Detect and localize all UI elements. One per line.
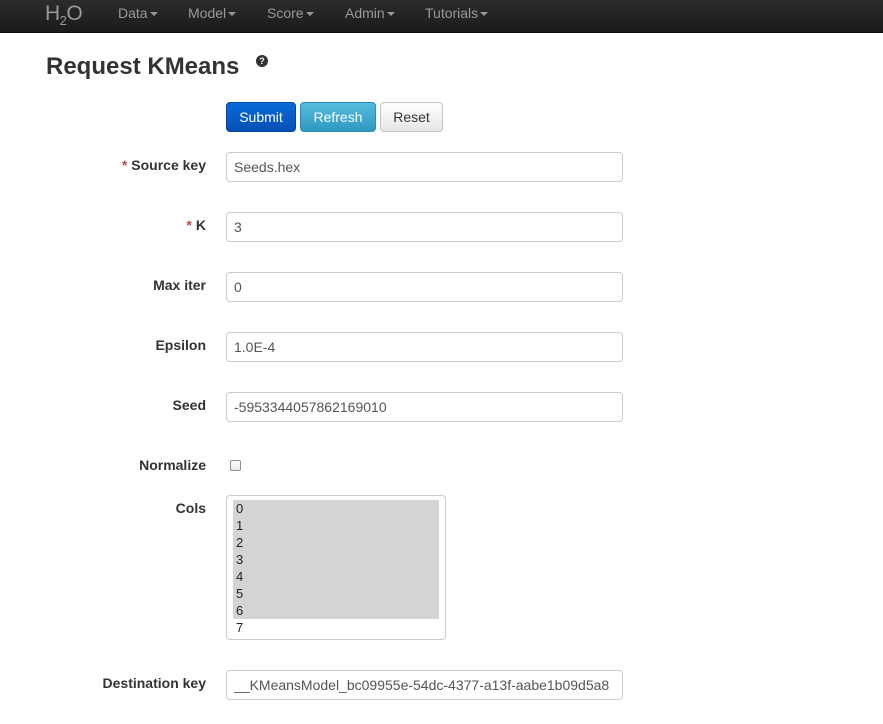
k-label-text: K (195, 217, 206, 233)
cols-option-5[interactable]: 5 (233, 585, 439, 602)
caret-down-icon (305, 12, 314, 17)
source-key-label-text: Source key (131, 157, 206, 173)
nav-score-menu[interactable]: Score (267, 5, 314, 21)
nav-tutorials-label: Tutorials (425, 5, 479, 21)
submit-button[interactable]: Submit (226, 102, 296, 132)
logo-h: H (45, 2, 60, 25)
epsilon-label: Epsilon (155, 337, 206, 353)
nav-admin-menu[interactable]: Admin (345, 5, 395, 21)
reset-button[interactable]: Reset (380, 102, 443, 132)
page-title: Request KMeans (46, 53, 240, 80)
refresh-button[interactable]: Refresh (300, 102, 376, 132)
nav-model-label: Model (188, 5, 227, 21)
cols-multiselect[interactable]: 0 1 2 3 4 5 6 7 (226, 495, 446, 640)
cols-option-7[interactable]: 7 (233, 619, 439, 636)
nav-score-label: Score (267, 5, 304, 21)
h2o-logo[interactable]: H2O (45, 2, 83, 28)
destination-key-input[interactable]: __KMeansModel_bc09955e-54dc-4377-a13f-aa… (226, 670, 623, 700)
required-marker: * (186, 217, 192, 233)
caret-down-icon (480, 12, 489, 17)
logo-o: O (66, 2, 83, 25)
cols-option-4[interactable]: 4 (233, 568, 439, 585)
cols-option-3[interactable]: 3 (233, 551, 439, 568)
max-iter-label: Max iter (153, 277, 206, 293)
caret-down-icon (228, 12, 237, 17)
max-iter-input[interactable]: 0 (226, 272, 623, 302)
destination-key-label: Destination key (102, 675, 206, 691)
required-marker: * (121, 157, 128, 173)
caret-down-icon (149, 12, 158, 17)
k-label: * K (186, 217, 206, 233)
cols-label: Cols (175, 500, 206, 516)
cols-option-6[interactable]: 6 (233, 602, 439, 619)
nav-data-label: Data (118, 5, 148, 21)
nav-model-menu[interactable]: Model (188, 5, 237, 21)
seed-label: Seed (172, 397, 206, 413)
cols-option-2[interactable]: 2 (233, 534, 439, 551)
nav-tutorials-menu[interactable]: Tutorials (425, 5, 489, 21)
nav-data-menu[interactable]: Data (118, 5, 158, 21)
source-key-label: * Source key (122, 157, 206, 173)
source-key-input[interactable]: Seeds.hex (226, 152, 623, 182)
normalize-label: Normalize (139, 457, 206, 473)
cols-option-1[interactable]: 1 (233, 517, 439, 534)
seed-input[interactable]: -5953344057862169010 (226, 392, 623, 422)
epsilon-input[interactable]: 1.0E-4 (226, 332, 623, 362)
k-input[interactable]: 3 (226, 212, 623, 242)
nav-admin-label: Admin (345, 5, 385, 21)
caret-down-icon (386, 12, 395, 17)
cols-option-0[interactable]: 0 (233, 500, 439, 517)
question-icon[interactable]: ? (256, 55, 268, 67)
top-navbar: H2O Data Model Score Admin Tutorials (0, 0, 883, 33)
normalize-checkbox[interactable] (230, 460, 241, 471)
